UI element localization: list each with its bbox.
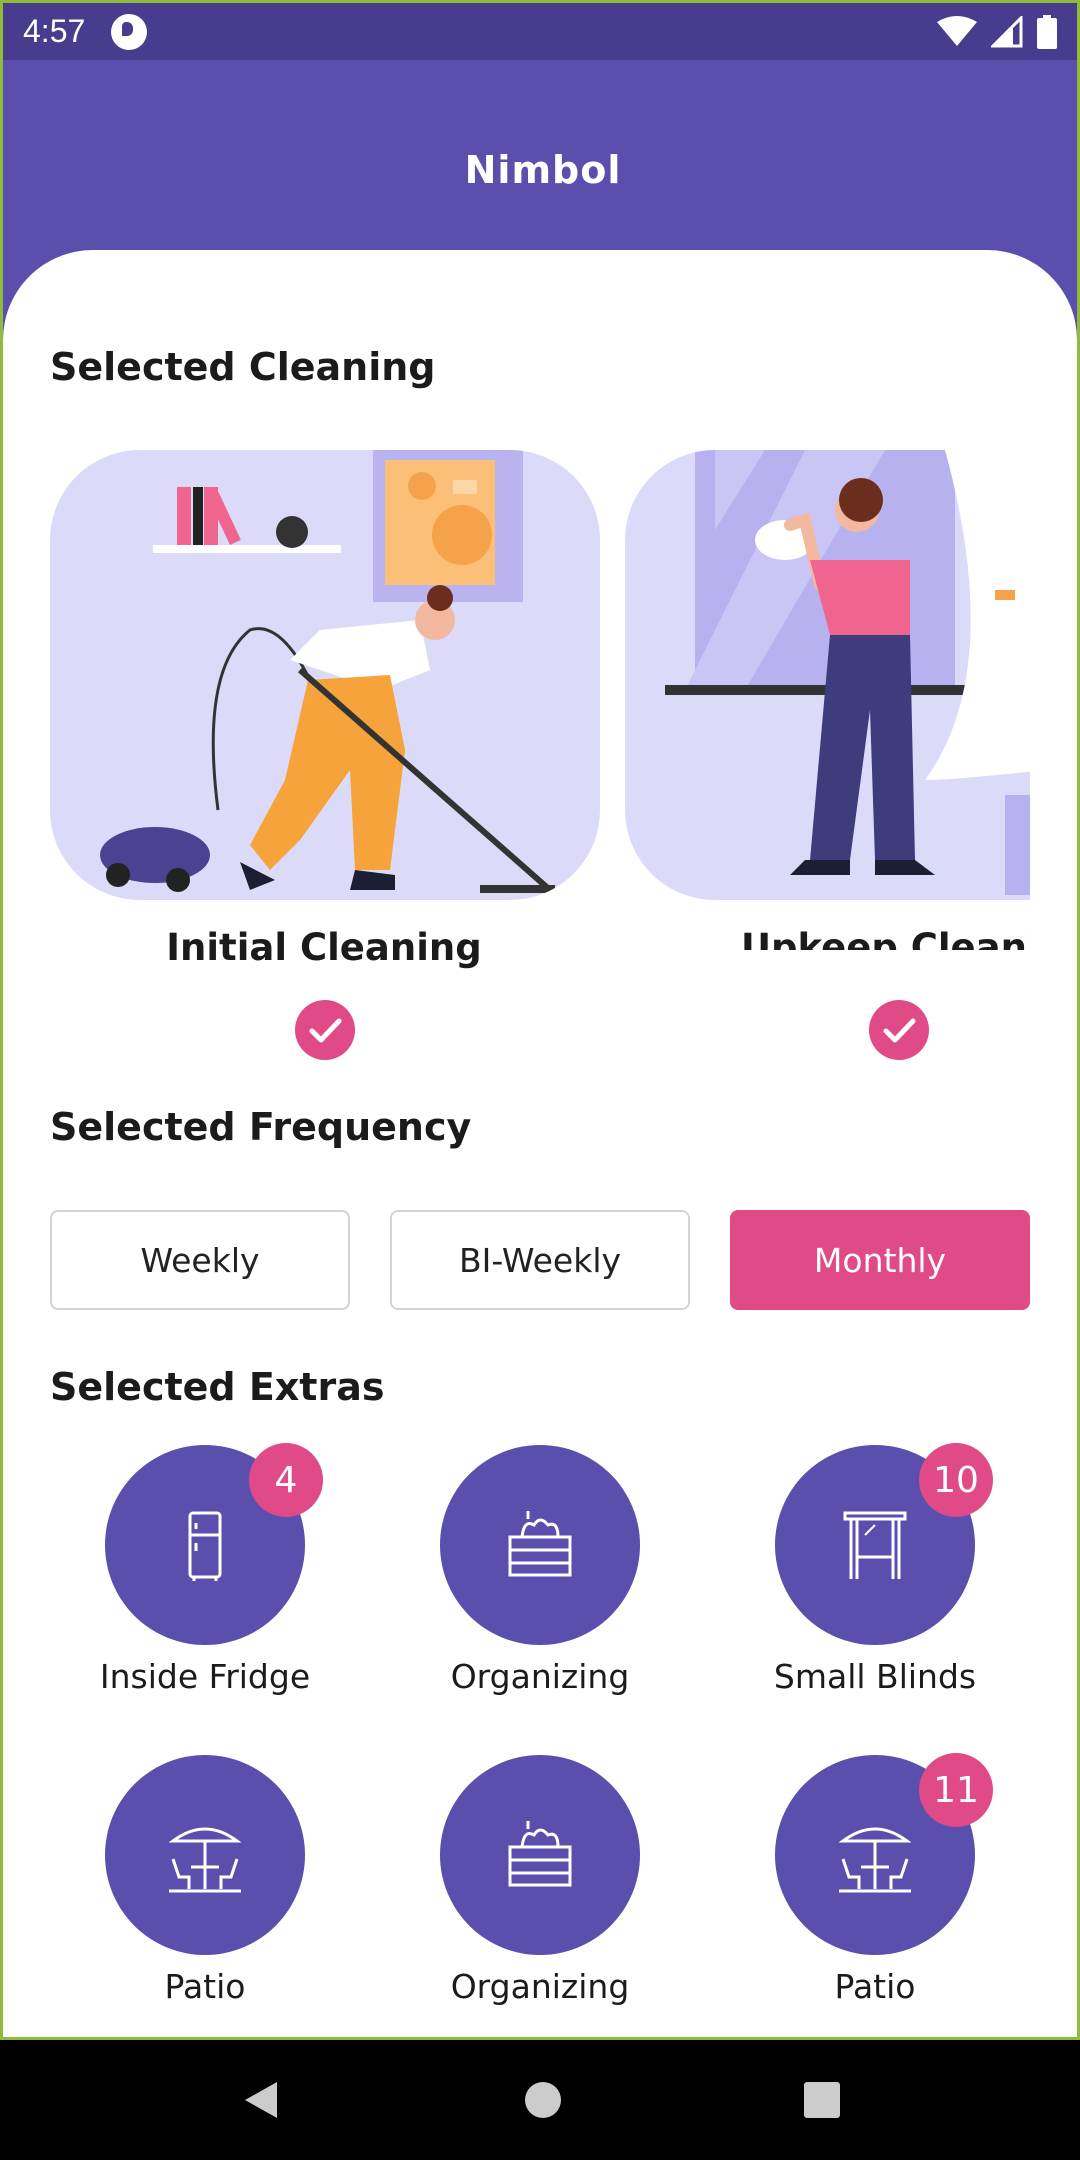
upkeep-cleaning-label: Upkeep Cleanin: [741, 926, 1030, 950]
signal-icon: [991, 15, 1023, 47]
back-icon[interactable]: [239, 2078, 283, 2122]
status-bar: 4:57: [0, 0, 1080, 60]
initial-cleaning-check-icon[interactable]: [295, 1000, 355, 1060]
blinds-icon: [843, 1511, 907, 1579]
extra-circle: [440, 1755, 640, 1955]
extra-label: Patio: [834, 1967, 916, 2006]
patio-icon: [168, 1827, 242, 1893]
selected-extras-title: Selected Extras: [50, 1365, 385, 1409]
window-cleaning-illustration: [665, 450, 1030, 895]
crate-icon: [508, 1511, 572, 1577]
extra-circle: 4: [105, 1443, 323, 1645]
extra-label: Patio: [164, 1967, 246, 2006]
app-title: Nimbol: [464, 148, 622, 192]
extra-item-patio[interactable]: Patio: [45, 1755, 365, 2006]
quantity-badge: 11: [919, 1753, 993, 1827]
extra-label: Small Blinds: [773, 1657, 977, 1696]
extra-circle: 10: [775, 1443, 993, 1645]
extra-item-small-blinds[interactable]: 10 Small Blinds: [715, 1443, 1035, 1696]
upkeep-cleaning-card[interactable]: [625, 450, 1030, 900]
selected-frequency-title: Selected Frequency: [50, 1105, 472, 1149]
app-notification-icon: [111, 13, 148, 50]
patio-icon: [838, 1827, 912, 1893]
fridge-icon: [188, 1511, 222, 1581]
extra-label: Organizing: [450, 1657, 630, 1696]
cleaning-carousel-clip: Upkeep Cleanin: [3, 250, 1030, 950]
battery-icon: [1037, 14, 1057, 49]
app-bar: Nimbol: [0, 60, 1080, 250]
system-nav-bar: [0, 2040, 1080, 2160]
extra-item-inside-fridge[interactable]: 4 Inside Fridge: [45, 1443, 365, 1696]
extra-label: Inside Fridge: [99, 1657, 311, 1696]
home-icon[interactable]: [523, 2080, 563, 2120]
frequency-weekly-button[interactable]: Weekly: [50, 1210, 350, 1310]
extra-circle: [440, 1445, 640, 1645]
status-time: 4:57: [23, 13, 86, 49]
upkeep-cleaning-check-icon[interactable]: [869, 1000, 929, 1060]
extra-circle: 11: [775, 1753, 993, 1955]
extra-item-organizing[interactable]: Organizing: [380, 1445, 700, 1696]
extra-label: Organizing: [450, 1967, 630, 2006]
content-sheet: Selected Cleaning Initial Cleaning Upkee…: [3, 250, 1077, 2038]
crate-icon: [508, 1821, 572, 1887]
extra-item-patio-2[interactable]: 11 Patio: [715, 1753, 1035, 2006]
recents-icon[interactable]: [803, 2081, 841, 2119]
quantity-badge: 10: [919, 1443, 993, 1517]
frequency-biweekly-button[interactable]: BI-Weekly: [390, 1210, 690, 1310]
wifi-icon: [937, 15, 977, 46]
status-icons: [937, 14, 1057, 49]
frequency-monthly-button[interactable]: Monthly: [730, 1210, 1030, 1310]
extra-item-organizing-2[interactable]: Organizing: [380, 1755, 700, 2006]
extra-circle: [105, 1755, 305, 1955]
quantity-badge: 4: [249, 1443, 323, 1517]
